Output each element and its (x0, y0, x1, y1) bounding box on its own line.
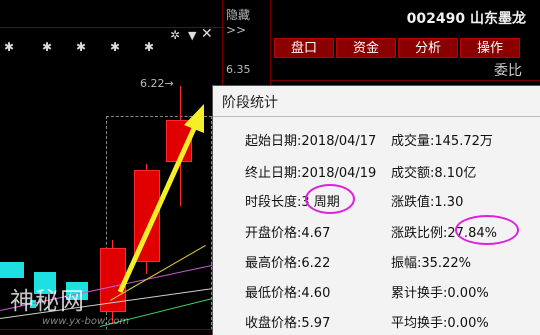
annotation-arrow (117, 104, 204, 294)
arrow-head (184, 104, 204, 133)
arrow-shaft (117, 122, 199, 294)
